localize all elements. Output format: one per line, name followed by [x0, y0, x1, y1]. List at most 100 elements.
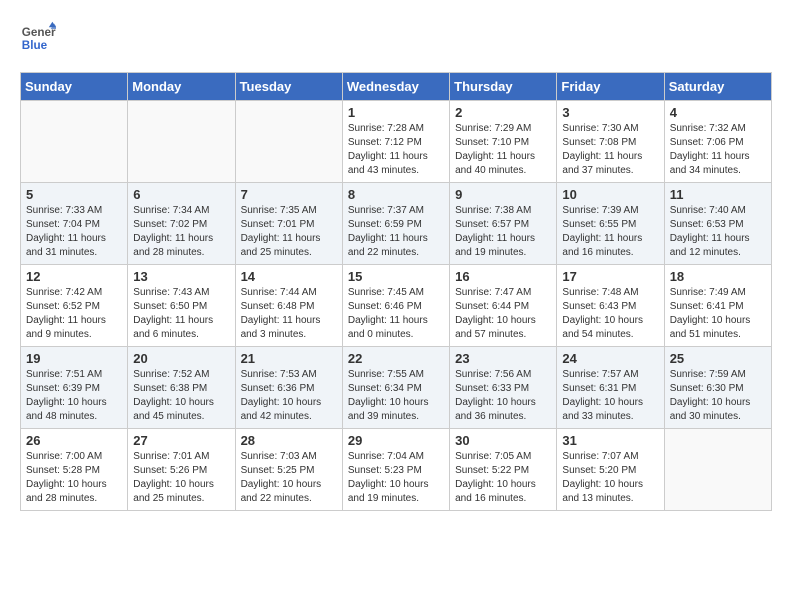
day-info: Sunrise: 7:32 AM Sunset: 7:06 PM Dayligh… [670, 122, 766, 178]
calendar-cell: 30Sunrise: 7:05 AM Sunset: 5:22 PM Dayli… [450, 429, 557, 511]
calendar-week-1: 1Sunrise: 7:28 AM Sunset: 7:12 PM Daylig… [21, 101, 772, 183]
day-number: 29 [348, 433, 444, 448]
calendar-cell: 13 Sunrise: 7:43 AM Sunset: 6:50 PM Dayli… [128, 265, 235, 347]
day-number: 28 [241, 433, 337, 448]
day-number: 10 [562, 187, 658, 202]
day-info: Sunrise: 7:48 AM Sunset: 6:43 PM Dayligh… [562, 286, 658, 342]
calendar-cell: 19 Sunrise: 7:51 AM Sunset: 6:39 PM Dayli… [21, 347, 128, 429]
calendar-cell: 17 Sunrise: 7:48 AM Sunset: 6:43 PM Dayli… [557, 265, 664, 347]
day-info: Sunrise: 7:56 AM Sunset: 6:33 PM Dayligh… [455, 368, 551, 424]
calendar-cell: 11 Sunrise: 7:40 AM Sunset: 6:53 PM Dayli… [664, 183, 771, 265]
calendar-cell: 2 Sunrise: 7:29 AM Sunset: 7:10 PM Daylig… [450, 101, 557, 183]
calendar-week-2: 5 Sunrise: 7:33 AM Sunset: 7:04 PM Daylig… [21, 183, 772, 265]
calendar-cell: 14 Sunrise: 7:44 AM Sunset: 6:48 PM Dayli… [235, 265, 342, 347]
day-number: 16 [455, 269, 551, 284]
day-number: 14 [241, 269, 337, 284]
svg-text:General: General [22, 26, 56, 39]
day-number: 22 [348, 351, 444, 366]
day-info: Sunrise: 7:44 AM Sunset: 6:48 PM Dayligh… [241, 286, 337, 342]
day-number: 23 [455, 351, 551, 366]
day-info: Sunrise: 7:49 AM Sunset: 6:41 PM Dayligh… [670, 286, 766, 342]
calendar-cell: 9 Sunrise: 7:38 AM Sunset: 6:57 PM Daylig… [450, 183, 557, 265]
weekday-header-saturday: Saturday [664, 73, 771, 101]
calendar-cell: 12 Sunrise: 7:42 AM Sunset: 6:52 PM Dayli… [21, 265, 128, 347]
calendar-week-5: 26Sunrise: 7:00 AM Sunset: 5:28 PM Dayli… [21, 429, 772, 511]
day-info: Sunrise: 7:28 AM Sunset: 7:12 PM Dayligh… [348, 122, 444, 178]
calendar-cell: 31 Sunrise: 7:07 AM Sunset: 5:20 PM Dayli… [557, 429, 664, 511]
day-info: Sunrise: 7:07 AM Sunset: 5:20 PM Dayligh… [562, 450, 658, 506]
day-number: 8 [348, 187, 444, 202]
day-number: 7 [241, 187, 337, 202]
weekday-header-sunday: Sunday [21, 73, 128, 101]
calendar-cell: 4 Sunrise: 7:32 AM Sunset: 7:06 PM Daylig… [664, 101, 771, 183]
day-info: Sunrise: 7:39 AM Sunset: 6:55 PM Dayligh… [562, 204, 658, 260]
calendar-cell: 6 Sunrise: 7:34 AM Sunset: 7:02 PM Daylig… [128, 183, 235, 265]
day-info: Sunrise: 7:47 AM Sunset: 6:44 PM Dayligh… [455, 286, 551, 342]
weekday-header-monday: Monday [128, 73, 235, 101]
day-info: Sunrise: 7:01 AM Sunset: 5:26 PM Dayligh… [133, 450, 229, 506]
calendar-week-4: 19 Sunrise: 7:51 AM Sunset: 6:39 PM Dayli… [21, 347, 772, 429]
day-info: Sunrise: 7:52 AM Sunset: 6:38 PM Dayligh… [133, 368, 229, 424]
calendar-cell [235, 101, 342, 183]
calendar-cell: 18Sunrise: 7:49 AM Sunset: 6:41 PM Dayli… [664, 265, 771, 347]
day-info: Sunrise: 7:43 AM Sunset: 6:50 PM Dayligh… [133, 286, 229, 342]
calendar-cell: 15 Sunrise: 7:45 AM Sunset: 6:46 PM Dayli… [342, 265, 449, 347]
calendar-cell: 25 Sunrise: 7:59 AM Sunset: 6:30 PM Dayli… [664, 347, 771, 429]
day-info: Sunrise: 7:40 AM Sunset: 6:53 PM Dayligh… [670, 204, 766, 260]
day-info: Sunrise: 7:04 AM Sunset: 5:23 PM Dayligh… [348, 450, 444, 506]
day-number: 15 [348, 269, 444, 284]
svg-text:Blue: Blue [22, 39, 48, 52]
calendar-cell: 8 Sunrise: 7:37 AM Sunset: 6:59 PM Daylig… [342, 183, 449, 265]
calendar-cell: 10 Sunrise: 7:39 AM Sunset: 6:55 PM Dayli… [557, 183, 664, 265]
day-info: Sunrise: 7:38 AM Sunset: 6:57 PM Dayligh… [455, 204, 551, 260]
calendar-cell: 29 Sunrise: 7:04 AM Sunset: 5:23 PM Dayli… [342, 429, 449, 511]
calendar-cell: 26Sunrise: 7:00 AM Sunset: 5:28 PM Dayli… [21, 429, 128, 511]
day-info: Sunrise: 7:33 AM Sunset: 7:04 PM Dayligh… [26, 204, 122, 260]
day-info: Sunrise: 7:03 AM Sunset: 5:25 PM Dayligh… [241, 450, 337, 506]
day-info: Sunrise: 7:59 AM Sunset: 6:30 PM Dayligh… [670, 368, 766, 424]
day-number: 31 [562, 433, 658, 448]
day-number: 5 [26, 187, 122, 202]
day-number: 17 [562, 269, 658, 284]
calendar-cell: 27 Sunrise: 7:01 AM Sunset: 5:26 PM Dayli… [128, 429, 235, 511]
day-number: 4 [670, 105, 766, 120]
calendar-cell: 21Sunrise: 7:53 AM Sunset: 6:36 PM Dayli… [235, 347, 342, 429]
weekday-header-tuesday: Tuesday [235, 73, 342, 101]
calendar-cell [128, 101, 235, 183]
calendar-cell: 24Sunrise: 7:57 AM Sunset: 6:31 PM Dayli… [557, 347, 664, 429]
day-info: Sunrise: 7:34 AM Sunset: 7:02 PM Dayligh… [133, 204, 229, 260]
weekday-header-thursday: Thursday [450, 73, 557, 101]
logo-icon: General Blue [20, 20, 56, 56]
day-number: 27 [133, 433, 229, 448]
day-info: Sunrise: 7:51 AM Sunset: 6:39 PM Dayligh… [26, 368, 122, 424]
day-number: 12 [26, 269, 122, 284]
weekday-header-row: SundayMondayTuesdayWednesdayThursdayFrid… [21, 73, 772, 101]
day-info: Sunrise: 7:00 AM Sunset: 5:28 PM Dayligh… [26, 450, 122, 506]
day-info: Sunrise: 7:37 AM Sunset: 6:59 PM Dayligh… [348, 204, 444, 260]
day-number: 9 [455, 187, 551, 202]
day-number: 13 [133, 269, 229, 284]
day-info: Sunrise: 7:42 AM Sunset: 6:52 PM Dayligh… [26, 286, 122, 342]
calendar-cell [21, 101, 128, 183]
day-number: 11 [670, 187, 766, 202]
day-number: 25 [670, 351, 766, 366]
weekday-header-friday: Friday [557, 73, 664, 101]
day-number: 21 [241, 351, 337, 366]
calendar-cell: 1Sunrise: 7:28 AM Sunset: 7:12 PM Daylig… [342, 101, 449, 183]
day-number: 19 [26, 351, 122, 366]
calendar-cell: 20Sunrise: 7:52 AM Sunset: 6:38 PM Dayli… [128, 347, 235, 429]
logo: General Blue [20, 20, 56, 56]
calendar-table: SundayMondayTuesdayWednesdayThursdayFrid… [20, 72, 772, 511]
calendar-cell: 16 Sunrise: 7:47 AM Sunset: 6:44 PM Dayli… [450, 265, 557, 347]
calendar-cell: 28 Sunrise: 7:03 AM Sunset: 5:25 PM Dayli… [235, 429, 342, 511]
weekday-header-wednesday: Wednesday [342, 73, 449, 101]
calendar-week-3: 12 Sunrise: 7:42 AM Sunset: 6:52 PM Dayli… [21, 265, 772, 347]
day-info: Sunrise: 7:05 AM Sunset: 5:22 PM Dayligh… [455, 450, 551, 506]
day-number: 6 [133, 187, 229, 202]
day-number: 24 [562, 351, 658, 366]
day-info: Sunrise: 7:30 AM Sunset: 7:08 PM Dayligh… [562, 122, 658, 178]
day-info: Sunrise: 7:29 AM Sunset: 7:10 PM Dayligh… [455, 122, 551, 178]
day-info: Sunrise: 7:45 AM Sunset: 6:46 PM Dayligh… [348, 286, 444, 342]
day-number: 2 [455, 105, 551, 120]
day-info: Sunrise: 7:55 AM Sunset: 6:34 PM Dayligh… [348, 368, 444, 424]
